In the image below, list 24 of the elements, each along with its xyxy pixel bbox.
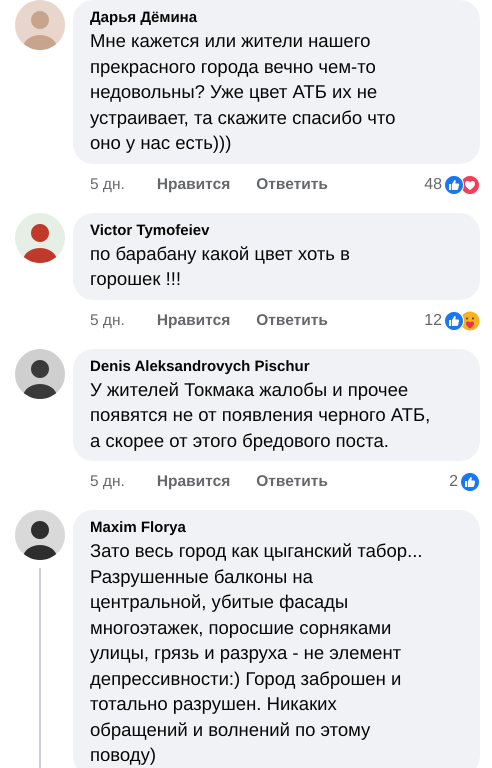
timestamp: 5 дн. (90, 473, 125, 491)
comment-text: Мне кажется или жители нашего прекрасного города вечно чем-то недовольны? Уже цвет АТБ их не устраивает, та скажите спасибо что оно у нас есть))) (90, 29, 396, 155)
reply-link[interactable]: Ответить (256, 176, 328, 194)
comment-text: Зато весь город как цыганский табор... Разрушенные балконы на центральной, убитые фасады многоэтажек, поросшие сорняками улицы, грязь и разруха - не элемент депрессивности:) Город заброшен и тотально разрушен. Никаких обращений и волнений по этому поводу) (90, 539, 424, 767)
like-link[interactable]: Нравится (156, 473, 230, 491)
reaction-count: 12 (424, 312, 442, 330)
author-name[interactable]: Denis Aleksandrovych Pischur (90, 356, 466, 376)
reply-link[interactable]: Ответить (256, 312, 328, 330)
like-link[interactable]: Нравится (156, 176, 230, 194)
comment-text: У жителей Токмака жалобы и прочее появятся не от появления черного АТБ, а скорее от этого бредового поста. (90, 378, 432, 453)
author-name[interactable]: Дарья Дёмина (90, 8, 466, 28)
author-name[interactable]: Victor Tymofeiev (90, 220, 466, 240)
like-icon (444, 174, 464, 194)
hugging-face-icon (460, 310, 480, 330)
reaction-count: 2 (449, 473, 458, 491)
like-icon (460, 472, 480, 492)
like-icon (444, 310, 464, 330)
reaction-count: 48 (424, 176, 442, 194)
timestamp: 5 дн. (90, 176, 125, 194)
like-link[interactable]: Нравится (156, 312, 230, 330)
timestamp: 5 дн. (90, 312, 125, 330)
author-name[interactable]: Maxim Florya (90, 518, 466, 538)
reply-link[interactable]: Ответить (256, 473, 328, 491)
comment-text: по барабану какой цвет хоть в горошек !!! (90, 242, 351, 291)
